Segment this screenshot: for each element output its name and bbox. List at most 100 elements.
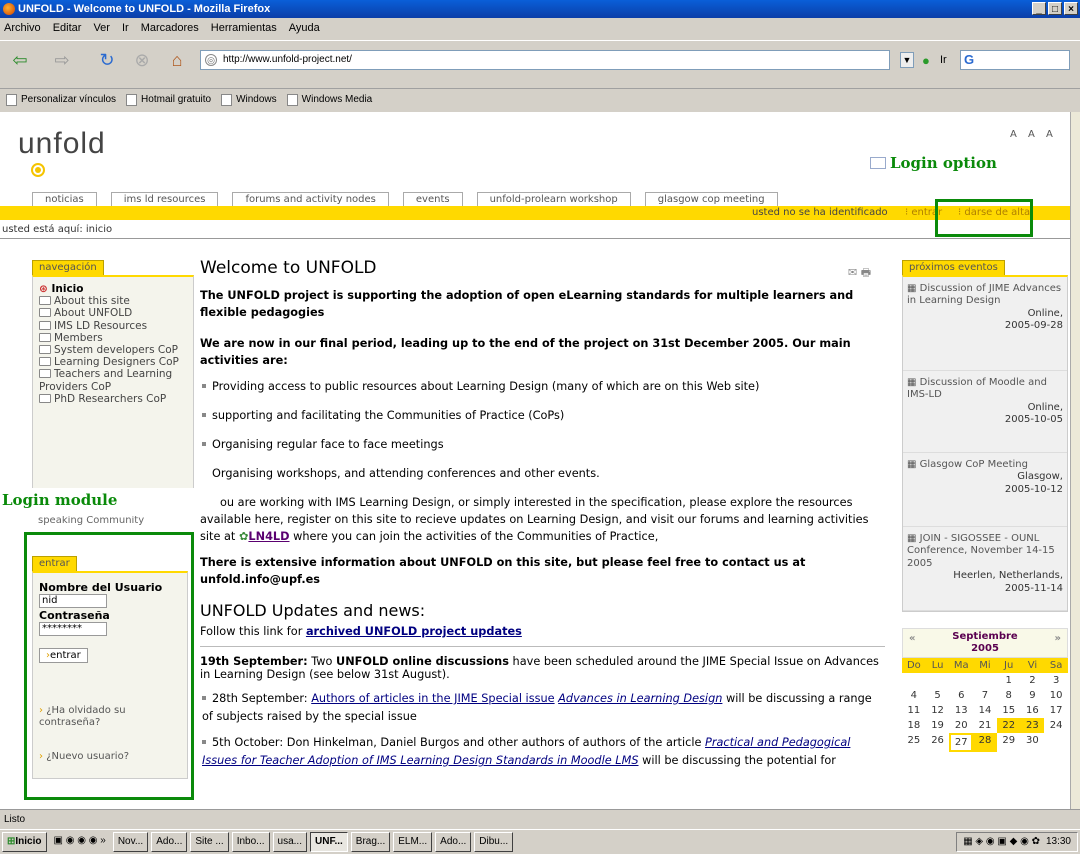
calendar-day[interactable]: 8 bbox=[997, 688, 1021, 703]
calendar-day[interactable]: 30 bbox=[1021, 733, 1045, 752]
username-field[interactable]: nid bbox=[39, 594, 107, 608]
reload-icon[interactable]: ↻ bbox=[95, 49, 119, 71]
ln4ld-link[interactable]: LN4LD bbox=[248, 530, 289, 543]
quick-launch[interactable]: ▣ ◉ ◉ ◉ » bbox=[50, 832, 110, 852]
bookmark-hotmail[interactable]: Hotmail gratuito bbox=[126, 89, 211, 110]
nav-item-learning-designers[interactable]: Learning Designers CoP bbox=[39, 356, 187, 368]
calendar-day[interactable]: 15 bbox=[997, 703, 1021, 718]
start-button[interactable]: ⊞Inicio bbox=[2, 832, 47, 852]
taskbar-item[interactable]: ELM... bbox=[393, 832, 433, 852]
bookmark-windows[interactable]: Windows bbox=[221, 89, 277, 110]
close-button[interactable]: × bbox=[1064, 2, 1078, 15]
calendar-day[interactable]: 24 bbox=[1044, 718, 1068, 733]
nav-item-members[interactable]: Members bbox=[39, 332, 187, 344]
url-dropdown-icon[interactable]: ▼ bbox=[900, 52, 914, 68]
calendar-day[interactable]: 28 bbox=[973, 733, 997, 752]
menu-marcadores[interactable]: Marcadores bbox=[141, 18, 199, 38]
nav-item-partial[interactable]: speaking Community bbox=[38, 516, 144, 527]
taskbar-item[interactable]: usa... bbox=[272, 832, 307, 852]
contact-email[interactable]: unfold.info@upf.es bbox=[200, 573, 320, 586]
archived-updates-link[interactable]: archived UNFOLD project updates bbox=[306, 625, 522, 638]
taskbar-item[interactable]: Ado... bbox=[151, 832, 188, 852]
taskbar-item[interactable]: Dibu... bbox=[474, 832, 514, 852]
back-icon[interactable]: ⇦ bbox=[8, 49, 32, 71]
calendar-day[interactable]: 14 bbox=[973, 703, 997, 718]
jime-authors-link[interactable]: Authors of articles in the JIME Special … bbox=[311, 692, 554, 705]
site-logo[interactable]: unfold bbox=[18, 127, 106, 177]
print-icon[interactable]: ✉ 🖶 bbox=[848, 264, 871, 281]
event-item[interactable]: ▦ Discussion of JIME Advances in Learnin… bbox=[903, 277, 1067, 371]
calendar-day[interactable]: 6 bbox=[949, 688, 973, 703]
calendar-day[interactable]: 25 bbox=[902, 733, 926, 752]
menu-ayuda[interactable]: Ayuda bbox=[289, 18, 320, 38]
calendar-day[interactable]: 23 bbox=[1020, 718, 1045, 733]
minimize-button[interactable]: _ bbox=[1032, 2, 1046, 15]
calendar-day[interactable]: 4 bbox=[902, 688, 926, 703]
home-icon[interactable]: ⌂ bbox=[165, 49, 189, 71]
font-size-controls[interactable]: A A A bbox=[1010, 129, 1057, 140]
calendar-day[interactable]: 20 bbox=[949, 718, 973, 733]
calendar-day[interactable]: 22 bbox=[996, 718, 1021, 733]
login-submit-button[interactable]: ›entrar bbox=[39, 648, 88, 663]
menu-herramientas[interactable]: Herramientas bbox=[211, 18, 277, 38]
menu-ir[interactable]: Ir bbox=[122, 18, 129, 38]
calendar-day[interactable]: 16 bbox=[1021, 703, 1045, 718]
calendar-day[interactable]: 13 bbox=[949, 703, 973, 718]
nav-item-ims-ld[interactable]: IMS LD Resources bbox=[39, 320, 187, 332]
calendar-day[interactable]: 11 bbox=[902, 703, 926, 718]
calendar-day[interactable]: 26 bbox=[926, 733, 950, 752]
vertical-scrollbar[interactable] bbox=[1070, 112, 1080, 809]
calendar-day[interactable]: 27 bbox=[949, 733, 974, 752]
tab-workshop[interactable]: unfold-prolearn workshop bbox=[476, 192, 631, 206]
calendar-day[interactable]: 3 bbox=[1044, 673, 1068, 688]
go-icon[interactable]: ● bbox=[922, 53, 930, 68]
next-month-button[interactable]: » bbox=[1055, 633, 1061, 645]
event-item[interactable]: ▦ JOIN - SIGOSSEE - OUNL Conference, Nov… bbox=[903, 527, 1067, 611]
forgot-password-link[interactable]: › ¿Ha olvidado su contraseña? bbox=[39, 705, 181, 729]
bookmark-personalizar[interactable]: Personalizar vínculos bbox=[6, 89, 116, 110]
calendar-day[interactable]: 17 bbox=[1044, 703, 1068, 718]
calendar-day[interactable]: 9 bbox=[1021, 688, 1045, 703]
tab-ims-ld-resources[interactable]: ims ld resources bbox=[110, 192, 219, 206]
taskbar-item[interactable]: Ado... bbox=[435, 832, 472, 852]
calendar-day[interactable]: 5 bbox=[926, 688, 950, 703]
nav-item-teachers[interactable]: Teachers and Learning Providers CoP bbox=[39, 368, 187, 393]
calendar-day[interactable]: 21 bbox=[973, 718, 997, 733]
search-input[interactable]: G bbox=[960, 50, 1070, 70]
stop-icon[interactable]: ⊗ bbox=[130, 49, 154, 71]
tray-icons[interactable]: ▦ ◈ ◉ ▣ ◆ ◉ ✿ bbox=[963, 833, 1040, 851]
calendar-day[interactable]: 29 bbox=[997, 733, 1021, 752]
tab-forums[interactable]: forums and activity nodes bbox=[232, 192, 389, 206]
calendar-day[interactable]: 1 bbox=[997, 673, 1021, 688]
maximize-button[interactable]: □ bbox=[1048, 2, 1062, 15]
taskbar-item[interactable]: Brag... bbox=[350, 832, 391, 852]
jime-issue-link[interactable]: Advances in Learning Design bbox=[558, 692, 722, 705]
bookmark-windows-media[interactable]: Windows Media bbox=[286, 89, 372, 110]
url-input[interactable]: ◎ http://www.unfold-project.net/ bbox=[200, 50, 890, 70]
event-item[interactable]: ▦ Discussion of Moodle and IMS-LD Online,… bbox=[903, 371, 1067, 453]
calendar-day[interactable]: 10 bbox=[1044, 688, 1068, 703]
taskbar-item[interactable]: Site ... bbox=[190, 832, 229, 852]
menu-ver[interactable]: Ver bbox=[93, 18, 110, 38]
password-field[interactable]: ******** bbox=[39, 622, 107, 636]
tab-glasgow[interactable]: glasgow cop meeting bbox=[644, 192, 778, 206]
calendar-day[interactable]: 18 bbox=[902, 718, 926, 733]
tab-noticias[interactable]: noticias bbox=[32, 192, 97, 206]
nav-item-system-dev[interactable]: System developers CoP bbox=[39, 344, 187, 356]
menu-editar[interactable]: Editar bbox=[53, 18, 82, 38]
calendar-day[interactable]: 19 bbox=[926, 718, 950, 733]
calendar-day[interactable]: 12 bbox=[926, 703, 950, 718]
taskbar-item-active[interactable]: UNF... bbox=[310, 832, 348, 852]
tab-events[interactable]: events bbox=[402, 192, 463, 206]
menu-archivo[interactable]: Archivo bbox=[4, 18, 41, 38]
forward-icon[interactable]: ⇨ bbox=[50, 49, 74, 71]
nav-item-about-unfold[interactable]: About UNFOLD bbox=[39, 307, 187, 319]
prev-month-button[interactable]: « bbox=[909, 633, 915, 645]
nav-item-about-site[interactable]: About this site bbox=[39, 295, 187, 307]
calendar-day[interactable]: 7 bbox=[973, 688, 997, 703]
calendar-day[interactable]: 2 bbox=[1021, 673, 1045, 688]
go-button[interactable]: Ir bbox=[940, 54, 947, 66]
taskbar-item[interactable]: Nov... bbox=[112, 832, 149, 852]
taskbar-item[interactable]: Inbo... bbox=[231, 832, 270, 852]
new-user-link[interactable]: › ¿Nuevo usuario? bbox=[39, 751, 181, 762]
